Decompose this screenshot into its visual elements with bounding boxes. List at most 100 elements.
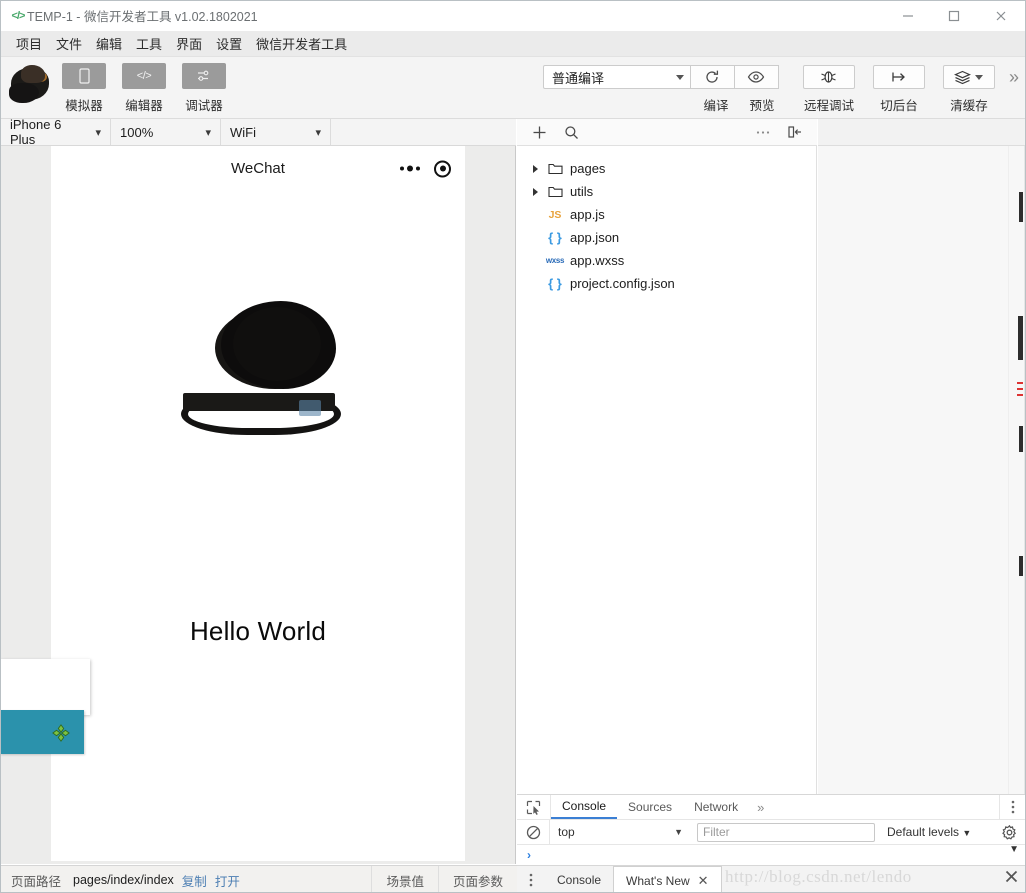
plus-icon (533, 126, 545, 138)
explorer-toolbar (517, 119, 817, 146)
console-filter-bar: top ▼ Filter Default levels ▼ (517, 819, 1025, 845)
tree-item-pages[interactable]: pages (517, 157, 816, 180)
tree-item-label: app.js (570, 207, 605, 222)
add-file-button[interactable] (523, 125, 555, 140)
drawer-tab-whats-new[interactable]: What's New ✕ (613, 866, 722, 892)
scene-value-button[interactable]: 场景值 (371, 865, 438, 892)
toolbar-button-debugger-label: 调试器 (185, 99, 223, 113)
collapse-panel-icon (788, 126, 801, 138)
menu-item-project[interactable]: 项目 (9, 31, 49, 56)
tree-item-app-json[interactable]: { } app.json (517, 226, 816, 249)
three-dots-icon[interactable] (400, 165, 420, 172)
compile-label: 编译 (703, 99, 729, 113)
menu-item-interface[interactable]: 界面 (169, 31, 209, 56)
console-settings-button[interactable] (1002, 824, 1017, 840)
inspect-element-button[interactable] (517, 795, 551, 819)
json-file-icon: { } (548, 230, 562, 245)
preview-button[interactable] (734, 65, 779, 89)
editor-minimap-scrollbar[interactable] (1008, 146, 1024, 794)
console-context-value: top (558, 825, 575, 839)
file-tree[interactable]: pages utils JS app.js { } app.json wxss … (517, 146, 817, 794)
open-path-link[interactable]: 打开 (215, 871, 240, 890)
clear-console-icon (526, 825, 540, 839)
target-circle-icon[interactable] (434, 160, 451, 177)
menu-item-devtool[interactable]: 微信开发者工具 (249, 31, 354, 56)
editor-tab-bar (818, 119, 1025, 146)
maximize-button[interactable] (931, 1, 977, 31)
zoom-select[interactable]: 100% ▾ (111, 119, 221, 145)
remote-debug-button[interactable]: 远程调试 (802, 65, 855, 114)
debug-sliders-icon (182, 63, 226, 89)
console-scroll-caret-icon[interactable]: ▼ (1009, 844, 1019, 855)
console-prompt-row[interactable]: › (517, 845, 1025, 865)
clear-console-button[interactable] (517, 825, 549, 840)
phone-viewport[interactable]: WeChat Hello World (51, 146, 465, 861)
drawer-kebab-menu-icon[interactable] (517, 866, 545, 892)
device-select[interactable]: iPhone 6 Plus ▾ (1, 117, 111, 147)
drawer-tab-console[interactable]: Console (545, 866, 613, 892)
tree-item-utils[interactable]: utils (517, 180, 816, 203)
background-button[interactable]: 切后台 (872, 65, 925, 114)
tree-item-label: pages (570, 161, 606, 176)
page-params-button[interactable]: 页面参数 (437, 865, 517, 892)
drawer-tab-console-label: Console (557, 873, 602, 887)
clear-cache-button[interactable]: 清缓存 (942, 65, 995, 114)
drawer-close-button[interactable] (1004, 869, 1019, 889)
devtools-tab-sources[interactable]: Sources (617, 795, 683, 819)
app-window: </> TEMP-1 - 微信开发者工具 v1.02.1802021 项目 文件… (0, 0, 1026, 893)
console-filter-placeholder: Filter (703, 825, 730, 839)
compile-mode-select[interactable]: 普通编译 (542, 65, 691, 89)
menu-item-edit[interactable]: 编辑 (89, 31, 129, 56)
network-select[interactable]: WiFi ▾ (221, 119, 331, 145)
search-files-button[interactable] (555, 125, 587, 140)
remote-debug-label: 远程调试 (803, 99, 854, 113)
devtools-overflow-icon[interactable]: » (749, 795, 772, 819)
devtools-tab-console[interactable]: Console (551, 795, 618, 819)
editor-body[interactable] (818, 146, 1025, 794)
tree-item-project-config-json[interactable]: { } project.config.json (517, 272, 816, 295)
window-title: TEMP-1 - 微信开发者工具 v1.02.1802021 (27, 10, 258, 24)
menu-item-tools[interactable]: 工具 (129, 31, 169, 56)
close-button[interactable] (977, 1, 1025, 31)
devtools-tab-network[interactable]: Network (683, 795, 749, 819)
code-icon: </> (122, 63, 166, 89)
page-path-label: 页面路径 (11, 874, 62, 889)
console-levels-value: Default levels (887, 825, 960, 839)
clear-cache-label: 清缓存 (950, 99, 988, 113)
toolbar-overflow-icon[interactable]: » (1009, 67, 1019, 88)
close-icon[interactable]: ✕ (698, 874, 709, 887)
folder-icon (543, 185, 567, 198)
caret-right-icon[interactable] (527, 187, 543, 196)
tree-item-label: app.json (570, 230, 620, 245)
copy-path-link[interactable]: 复制 (182, 871, 207, 890)
console-filter-input[interactable]: Filter (697, 822, 875, 842)
devtools-tab-bar: Console Sources Network » (517, 794, 1025, 820)
gear-icon (1002, 824, 1017, 840)
network-select-value: WiFi (230, 124, 256, 140)
app-logo-icon: </> (11, 9, 26, 22)
toolbar-button-editor[interactable]: </> 编辑器 (121, 63, 167, 114)
caret-right-icon[interactable] (527, 164, 543, 173)
ellipsis-icon (756, 130, 770, 134)
main-toolbar: 模拟器 </> 编辑器 调试器 普通编译 编译 预览 远程调试 切后台 清缓存 … (1, 57, 1025, 119)
layers-icon (954, 70, 972, 84)
menu-item-file[interactable]: 文件 (49, 31, 89, 56)
toolbar-button-debugger[interactable]: 调试器 (181, 63, 227, 114)
collapse-panel-button[interactable] (779, 125, 811, 139)
console-levels-select[interactable]: Default levels ▼ (887, 825, 971, 839)
compile-button[interactable] (690, 65, 735, 89)
user-avatar-censored-icon[interactable] (9, 65, 55, 105)
chevron-down-icon: ▾ (315, 126, 321, 139)
caret-down-icon (975, 74, 984, 80)
minimize-button[interactable] (885, 1, 931, 31)
explorer-more-button[interactable] (747, 130, 779, 135)
toolbar-button-simulator[interactable]: 模拟器 (61, 63, 107, 114)
tree-item-app-js[interactable]: JS app.js (517, 203, 816, 226)
overlay-teal-box[interactable] (1, 710, 84, 754)
menu-item-settings[interactable]: 设置 (209, 31, 249, 56)
censored-avatar-image (181, 301, 371, 436)
console-context-select[interactable]: top ▼ (549, 819, 689, 845)
tree-item-label: project.config.json (570, 276, 675, 291)
tree-item-app-wxss[interactable]: wxss app.wxss (517, 249, 816, 272)
devtools-kebab-menu-icon[interactable] (999, 795, 1025, 819)
